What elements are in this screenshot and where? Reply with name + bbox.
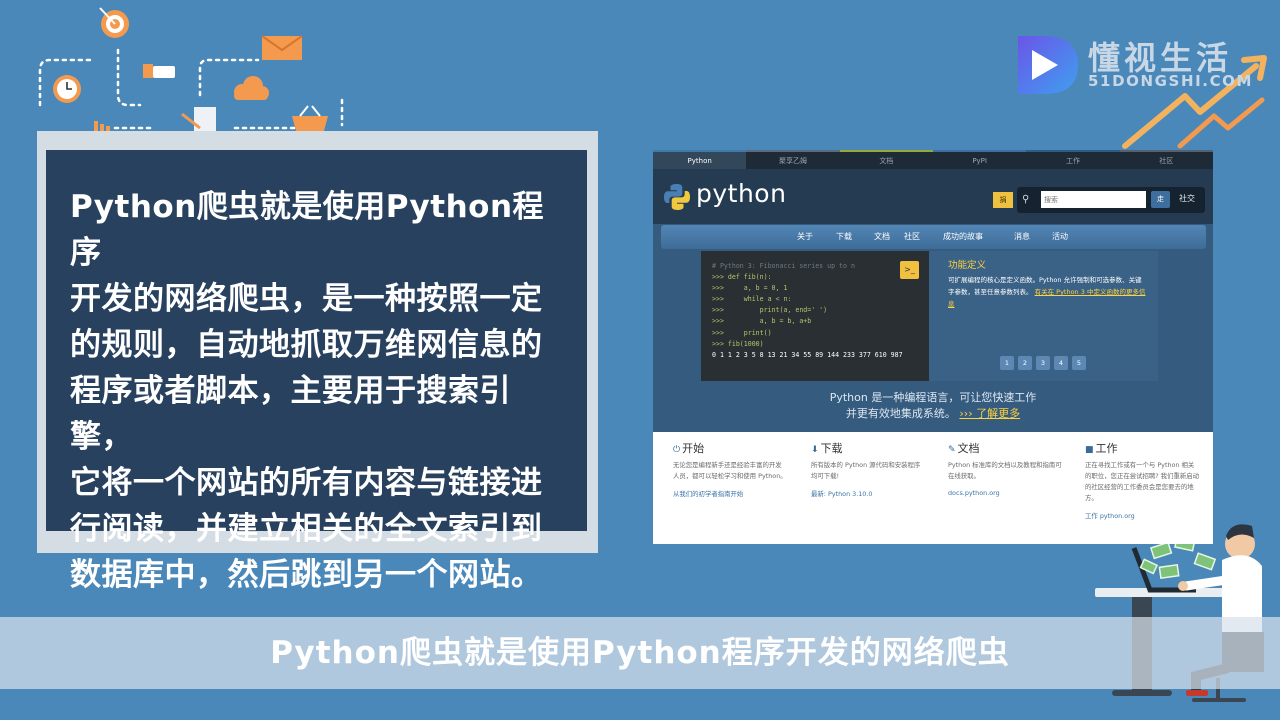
code-line: >>> def fib(n): <box>712 273 772 282</box>
code-line: >>> fib(1000) <box>712 339 764 348</box>
pager-button[interactable]: 2 <box>1018 356 1032 370</box>
code-output: 0 1 1 2 3 5 8 13 21 34 55 89 144 233 377… <box>712 350 903 359</box>
main-nav-item[interactable]: 消息 <box>1014 225 1030 249</box>
text-card-line: Python爬虫就是使用Python程序 <box>70 189 545 271</box>
search-icon[interactable]: ⚲ <box>1022 194 1029 205</box>
widget-title[interactable]: 开始 <box>682 442 704 455</box>
code-line: >>> print() <box>712 328 772 337</box>
text-card-line: 开发的网络爬虫，是一种按照一定 <box>70 281 543 317</box>
widget-start: ⏻ 开始 无论您是编程新手还是经验丰富的开发人员，都可以轻松学习和使用 Pytho… <box>673 441 788 498</box>
intro-line: 并更有效地集成系统。 <box>845 407 956 420</box>
main-nav: 关于 下载 文档 社区 成功的故事 消息 活动 <box>661 225 1206 249</box>
python-logo-icon[interactable] <box>663 183 691 211</box>
widget-link[interactable]: 最新: Python 3.10.0 <box>811 489 926 498</box>
widget-link[interactable]: 从我们的初学者指南开始 <box>673 489 788 498</box>
code-line: >>> while a < n: <box>712 295 792 304</box>
social-link[interactable]: 社交 <box>1179 193 1195 204</box>
main-nav-item[interactable]: 成功的故事 <box>943 225 983 249</box>
widget-body: Python 标准库的文档以及教程和指南可在线获取。 <box>948 461 1062 480</box>
top-nav-item[interactable]: Python <box>653 150 747 169</box>
text-card-line: 数据库中，然后跳到另一个网站。 <box>70 557 543 593</box>
main-nav-item[interactable]: 关于 <box>797 225 813 249</box>
text-card-line: 它将一个网站的所有内容与链接进 <box>70 465 543 501</box>
main-nav-item[interactable]: 社区 <box>904 225 920 249</box>
widget-body: 所有版本的 Python 源代码和安装程序均可下载! <box>811 461 921 480</box>
brand-bar: python 捐 ⚲ 走 社交 <box>653 169 1213 224</box>
basket-icon <box>292 105 328 131</box>
learn-more-link[interactable]: ››› 了解更多 <box>959 407 1020 420</box>
briefcase-icon: ■ <box>1085 445 1094 455</box>
widget-download: ⬇ 下载 所有版本的 Python 源代码和安装程序均可下载! 最新: Pytho… <box>811 441 926 498</box>
widget-title[interactable]: 工作 <box>1096 442 1118 455</box>
code-comment: # Python 3: Fibonacci series up to n <box>712 262 855 270</box>
main-nav-item[interactable]: 下载 <box>836 225 852 249</box>
pager-button[interactable]: 5 <box>1072 356 1086 370</box>
main-nav-item[interactable]: 活动 <box>1052 225 1068 249</box>
top-nav-item[interactable]: 社区 <box>1119 150 1213 169</box>
clock-icon <box>53 75 81 103</box>
intro-text: Python 是一种编程语言，可让您快速工作 并更有效地集成系统。 ››› 了解… <box>653 390 1213 422</box>
top-nav-item[interactable]: 工作 <box>1026 150 1120 169</box>
mail-icon <box>261 35 303 60</box>
thumbs-up-icon <box>143 64 175 78</box>
top-nav-item[interactable]: PyPI <box>932 150 1027 169</box>
widgets-section: ⏻ 开始 无论您是编程新手还是经验丰富的开发人员，都可以轻松学习和使用 Pytho… <box>653 432 1213 544</box>
python-website-screenshot: Python 聚享乙姆 文档 PyPI 工作 社区 python 捐 ⚲ 走 社… <box>653 150 1213 544</box>
search-input[interactable] <box>1041 191 1146 208</box>
pager-button[interactable]: 1 <box>1000 356 1014 370</box>
main-nav-item[interactable]: 文档 <box>874 225 890 249</box>
code-line: >>> print(a, end=' ') <box>712 306 828 315</box>
top-nav-item[interactable]: 聚享乙姆 <box>746 150 840 169</box>
top-nav-item[interactable]: 文档 <box>839 150 933 169</box>
target-icon <box>99 7 129 38</box>
text-card-line: 程序或者脚本，主要用于搜索引擎， <box>70 373 511 455</box>
widget-docs: ✎ 文档 Python 标准库的文档以及教程和指南可在线获取。 docs.pyth… <box>948 441 1063 497</box>
download-icon: ⬇ <box>811 445 819 455</box>
feature-panel: 功能定义 可扩展编程的核心是定义函数。Python 允许强制和可选参数、关键字参… <box>929 251 1158 381</box>
widget-body: 无论您是编程新手还是经验丰富的开发人员，都可以轻松学习和使用 Python。 <box>673 461 787 480</box>
text-card-line: 行阅读，并建立相关的全文索引到 <box>70 511 543 547</box>
feature-body: 可扩展编程的核心是定义函数。Python 允许强制和可选参数、关键字参数，甚至任… <box>948 274 1148 310</box>
docs-icon: ✎ <box>948 445 956 455</box>
code-sample: # Python 3: Fibonacci series up to n >>> … <box>701 251 929 381</box>
top-nav: Python 聚享乙姆 文档 PyPI 工作 社区 <box>653 150 1213 169</box>
widget-link[interactable]: 工作 python.org <box>1085 511 1200 520</box>
code-line: >>> a, b = b, a+b <box>712 317 812 326</box>
widget-title[interactable]: 文档 <box>958 442 980 455</box>
pager-button[interactable]: 3 <box>1036 356 1050 370</box>
launch-shell-button[interactable]: >_ <box>900 261 919 279</box>
code-line: >>> a, b = 0, 1 <box>712 284 788 293</box>
text-card-line: 的规则，自动地抓取万维网信息的 <box>70 327 543 363</box>
power-icon: ⏻ <box>673 445 681 455</box>
subtitle-caption: Python爬虫就是使用Python程序开发的网络爬虫 <box>0 617 1280 689</box>
pager: 1 2 3 4 5 <box>1000 356 1086 370</box>
brand-logo-icon <box>1018 36 1078 94</box>
document-icon <box>181 107 216 131</box>
donate-button[interactable]: 捐 <box>993 192 1013 208</box>
python-wordmark: python <box>696 179 787 208</box>
text-card: Python爬虫就是使用Python程序 开发的网络爬虫，是一种按照一定 的规则… <box>46 150 587 593</box>
intro-line: Python 是一种编程语言，可让您快速工作 <box>829 391 1037 404</box>
search-go-button[interactable]: 走 <box>1151 191 1170 208</box>
widget-body: 正在寻找工作或有一个与 Python 相关的职位，您正在尝试招聘? 我们重新启动… <box>1085 461 1200 502</box>
pager-button[interactable]: 4 <box>1054 356 1068 370</box>
feature-title: 功能定义 <box>948 260 987 271</box>
widget-link[interactable]: docs.python.org <box>948 489 1063 497</box>
cloud-icon <box>234 76 269 100</box>
widget-jobs: ■ 工作 正在寻找工作或有一个与 Python 相关的职位，您正在尝试招聘? 我们… <box>1085 441 1200 520</box>
bar-chart-icon <box>94 121 110 131</box>
brand-logo-domain: 51DONGSHI.COM <box>1088 72 1254 90</box>
widget-title[interactable]: 下载 <box>821 442 843 455</box>
